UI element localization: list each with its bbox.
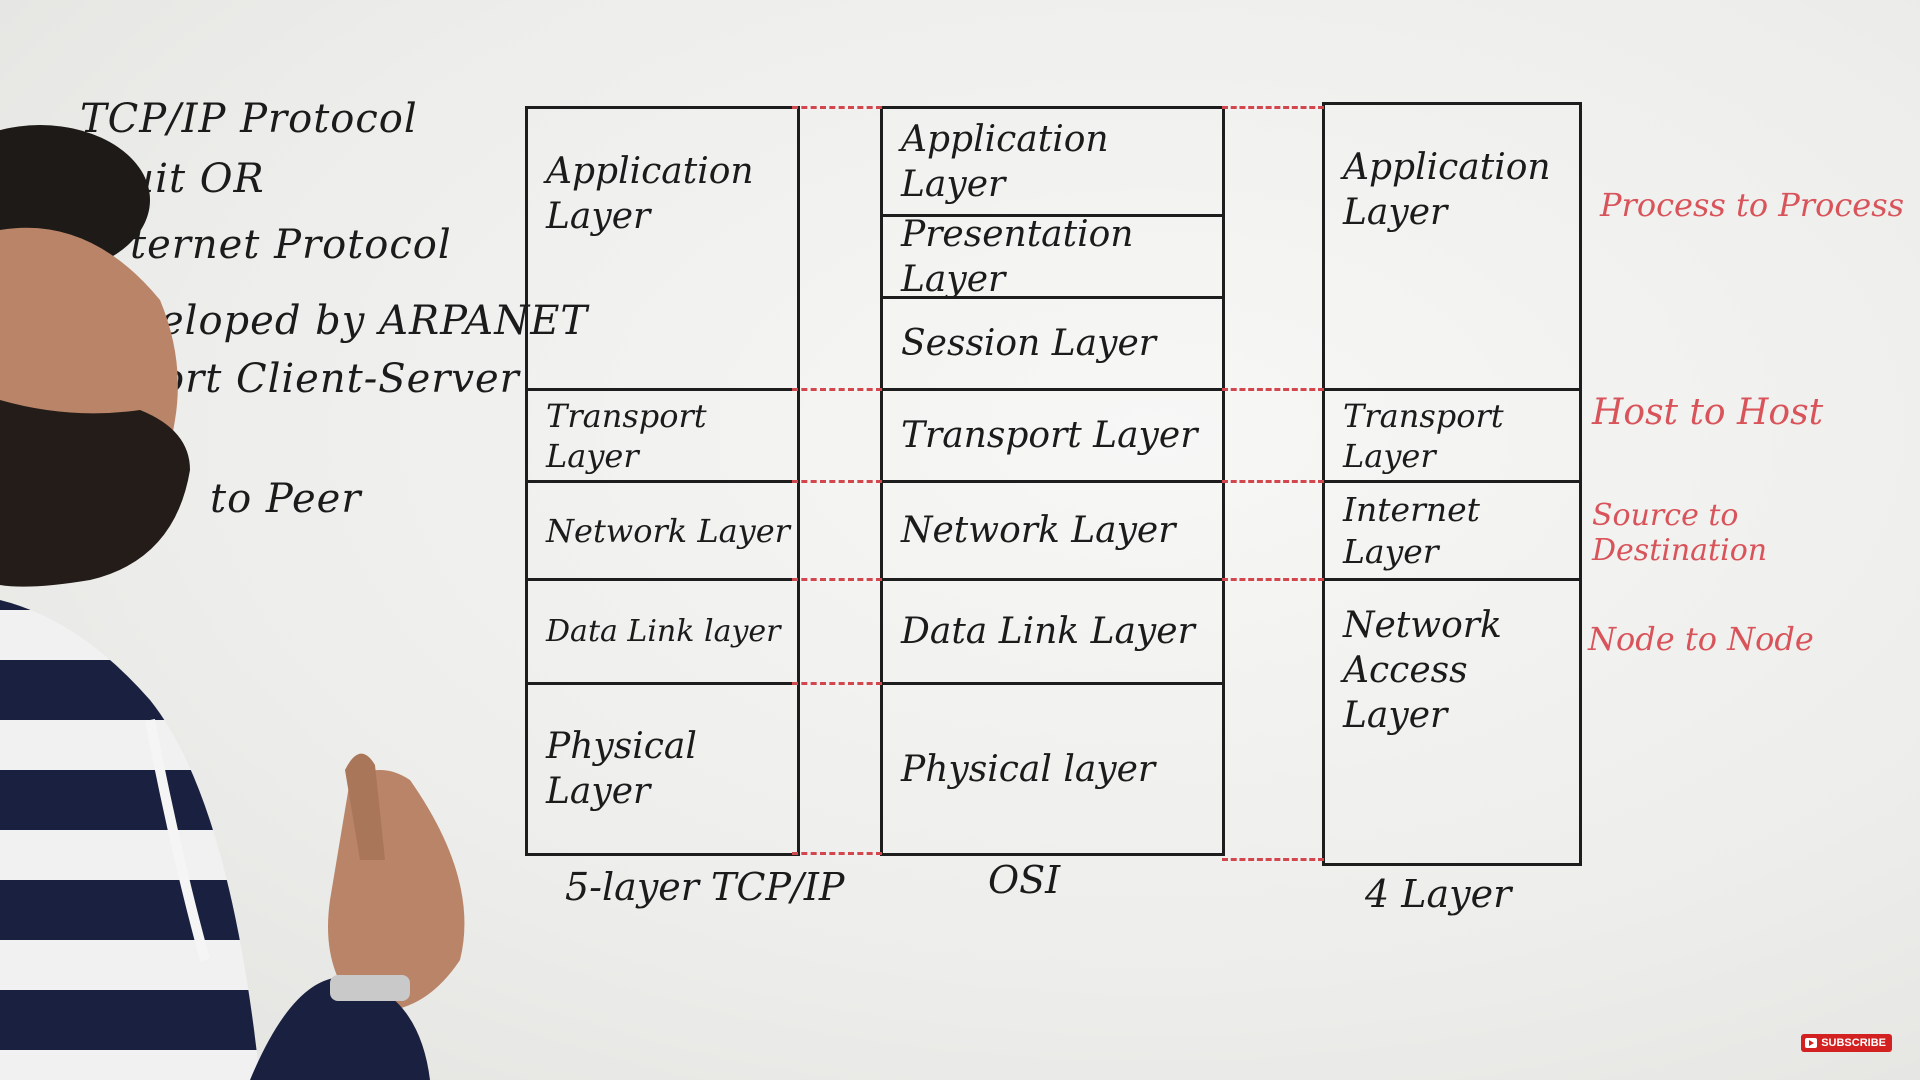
- connector-line: [792, 388, 882, 391]
- layer-cell: Data Link layer: [528, 581, 797, 685]
- layer-name: Data Link Layer: [901, 611, 1195, 652]
- layer-name: Physical Layer: [546, 726, 697, 812]
- play-icon: [1805, 1038, 1818, 1048]
- presenter: [0, 125, 465, 1080]
- layer-name: Network Layer: [546, 511, 790, 550]
- layer-name: Data Link layer: [546, 613, 781, 649]
- connector-line: [792, 578, 882, 581]
- layer-cell: Session Layer: [883, 299, 1222, 391]
- layer-cell: Application Layer: [528, 109, 797, 391]
- connector-line: [1222, 480, 1324, 483]
- layer-cell: Application Layer: [883, 109, 1222, 217]
- column-label-5-layer: 5-layer TCP/IP: [565, 865, 845, 909]
- subscribe-label: SUBSCRIBE: [1821, 1037, 1886, 1049]
- tcpip-4-layer-table: Application Layer Transport Layer Intern…: [1322, 102, 1582, 866]
- layer-name: Network Layer: [901, 510, 1176, 551]
- layer-name: Transport Layer: [1343, 396, 1504, 475]
- layer-name: Network Access Layer: [1343, 605, 1502, 736]
- column-label-4-layer: 4 Layer: [1365, 872, 1512, 916]
- layer-name: Application Layer: [1343, 147, 1551, 233]
- delivery-node-to-node: Node to Node: [1588, 620, 1814, 658]
- connector-line: [1222, 578, 1324, 581]
- layer-cell: Transport Layer: [883, 391, 1222, 483]
- delivery-process-to-process: Process to Process: [1600, 186, 1905, 224]
- layer-name: Transport Layer: [901, 415, 1198, 456]
- layer-cell: Data Link Layer: [883, 581, 1222, 685]
- connector-line: [792, 852, 882, 855]
- layer-cell: Physical Layer: [528, 685, 797, 853]
- layer-name: Session Layer: [901, 323, 1156, 364]
- layer-cell: Presentation Layer: [883, 214, 1222, 300]
- connector-line: [792, 480, 882, 483]
- tcpip-5-layer-table: Application Layer Transport Layer Networ…: [525, 106, 800, 856]
- layer-cell: Transport Layer: [1325, 391, 1579, 483]
- layer-cell: Network Layer: [528, 483, 797, 581]
- layer-name: Application Layer: [901, 118, 1109, 205]
- connector-line: [792, 682, 882, 685]
- layer-name: Transport Layer: [546, 396, 707, 475]
- delivery-host-to-host: Host to Host: [1592, 392, 1824, 433]
- layer-cell: Network Layer: [883, 483, 1222, 581]
- layer-name: Physical layer: [901, 748, 1156, 790]
- delivery-source-to-destination: Source to Destination: [1592, 498, 1768, 568]
- osi-7-layer-table: Application Layer Presentation Layer Ses…: [880, 106, 1225, 856]
- layer-cell: Physical layer: [883, 685, 1222, 853]
- layer-cell: Network Access Layer: [1325, 581, 1579, 863]
- connector-line: [1222, 106, 1324, 109]
- layer-name: Internet Layer: [1343, 490, 1480, 571]
- layer-cell: Application Layer: [1325, 105, 1579, 391]
- layer-name: Application Layer: [546, 151, 754, 237]
- column-label-osi: OSI: [988, 858, 1061, 902]
- layer-cell: Transport Layer: [528, 391, 797, 483]
- layer-cell: Internet Layer: [1325, 483, 1579, 581]
- subscribe-button[interactable]: SUBSCRIBE: [1801, 1034, 1892, 1052]
- layer-name: Presentation Layer: [901, 213, 1134, 300]
- connector-line: [792, 106, 882, 109]
- connector-line: [1222, 858, 1324, 861]
- connector-line: [1222, 388, 1324, 391]
